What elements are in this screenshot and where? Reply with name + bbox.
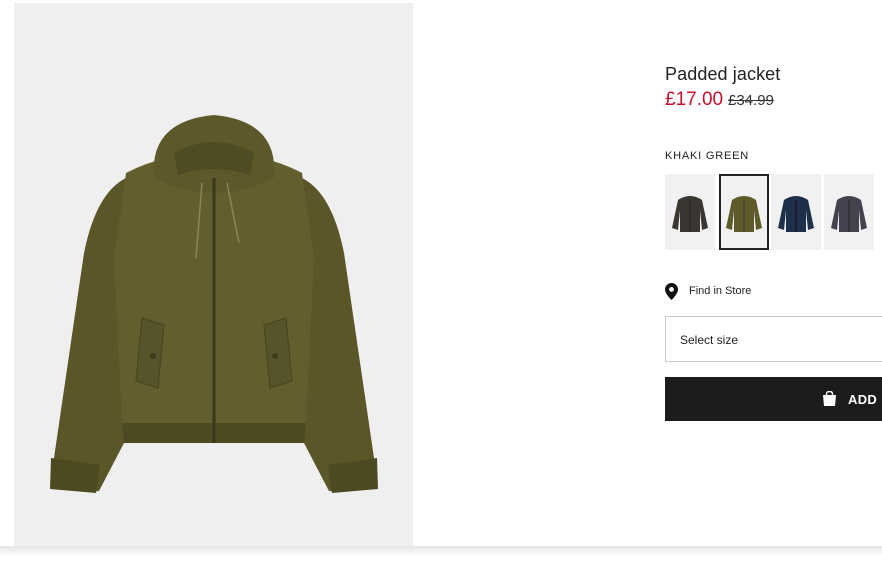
jacket-thumbnail-icon [672, 196, 708, 232]
product-title: Padded jacket [665, 64, 781, 84]
size-select-label: Select size [680, 333, 739, 347]
selected-color-name: KHAKI GREEN [665, 150, 749, 162]
location-pin-icon [665, 282, 678, 300]
size-select[interactable]: Select size [665, 316, 882, 362]
original-price: £34.99 [728, 92, 774, 109]
color-swatch-black[interactable] [665, 174, 715, 250]
color-swatch-khaki-green[interactable] [719, 174, 769, 250]
find-in-store-label: Find in Store [689, 285, 752, 297]
color-swatch-navy[interactable] [771, 174, 821, 250]
find-in-store-link[interactable]: Find in Store [665, 282, 751, 300]
page-bottom-edge [0, 546, 882, 564]
jacket-illustration [50, 115, 378, 493]
jacket-thumbnail-icon [778, 196, 814, 232]
add-to-bag-button[interactable]: ADD [665, 377, 882, 421]
add-button-label: ADD [848, 392, 878, 407]
sale-price: £17.00 [665, 89, 724, 110]
shopping-bag-icon [823, 391, 836, 406]
jacket-thumbnail-icon [831, 196, 867, 232]
product-image[interactable] [14, 3, 413, 546]
color-swatch-dark-grey[interactable] [824, 174, 874, 250]
jacket-thumbnail-icon [726, 196, 762, 232]
